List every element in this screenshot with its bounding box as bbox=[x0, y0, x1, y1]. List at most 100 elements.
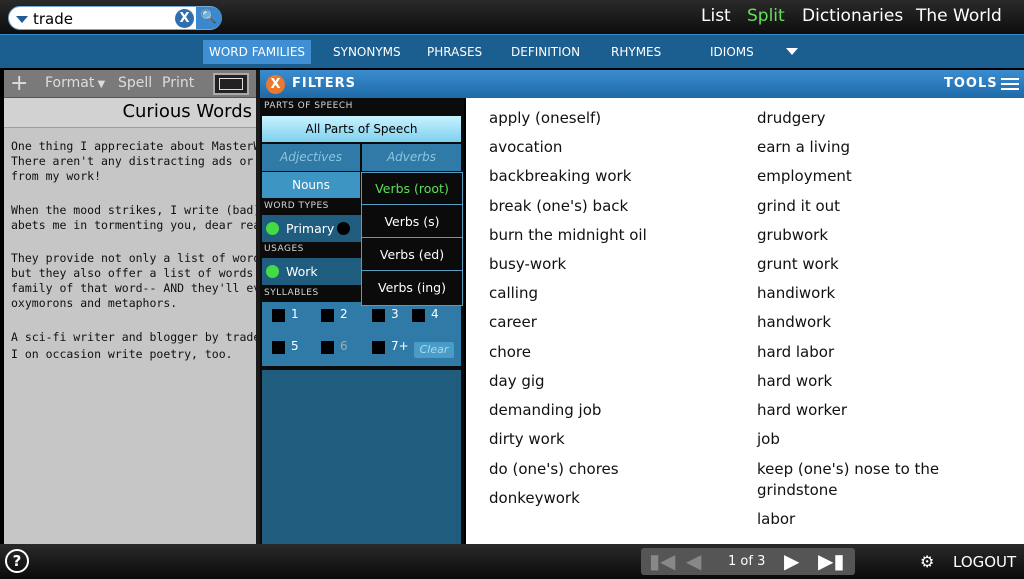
more-tabs-chevron-down-icon[interactable] bbox=[786, 48, 798, 55]
result-word[interactable]: backbreaking work bbox=[489, 166, 631, 187]
nav-split[interactable]: Split bbox=[747, 6, 785, 26]
tab-definition[interactable]: DEFINITION bbox=[505, 40, 586, 64]
result-word[interactable]: grunt work bbox=[757, 254, 839, 275]
result-word[interactable]: grind it out bbox=[757, 196, 840, 217]
result-word[interactable]: do (one's) chores bbox=[489, 459, 619, 480]
tab-idioms[interactable]: IDIOMS bbox=[704, 40, 760, 64]
syllable-4-checkbox[interactable] bbox=[412, 309, 425, 322]
fullscreen-icon[interactable] bbox=[213, 73, 249, 95]
next-page-icon[interactable]: ▶ bbox=[784, 549, 799, 573]
result-word[interactable]: donkeywork bbox=[489, 488, 580, 509]
tab-word-families[interactable]: WORD FAMILIES bbox=[203, 40, 312, 64]
syllable-2-label: 2 bbox=[340, 307, 348, 321]
adjectives-button[interactable]: Adjectives bbox=[262, 144, 360, 171]
result-word[interactable]: busy-work bbox=[489, 254, 566, 275]
work-radio[interactable] bbox=[266, 265, 279, 278]
first-page-icon[interactable]: ▮◀ bbox=[649, 549, 675, 573]
result-word[interactable]: job bbox=[757, 429, 780, 450]
word-types-label: WORD TYPES bbox=[264, 201, 329, 211]
result-word[interactable]: dirty work bbox=[489, 429, 565, 450]
result-word[interactable]: hard labor bbox=[757, 342, 834, 363]
add-icon[interactable]: + bbox=[10, 71, 28, 96]
tools-label[interactable]: TOOLS bbox=[944, 76, 998, 91]
adverbs-button[interactable]: Adverbs bbox=[362, 144, 461, 171]
parts-of-speech-label: PARTS OF SPEECH bbox=[264, 101, 353, 111]
syllable-2-checkbox[interactable] bbox=[321, 309, 334, 322]
result-word[interactable]: day gig bbox=[489, 371, 545, 392]
editor-line: family of that word-- AND they'll even h… bbox=[11, 281, 256, 295]
result-word[interactable]: hard worker bbox=[757, 400, 847, 421]
tab-phrases[interactable]: PHRASES bbox=[421, 40, 488, 64]
format-menu[interactable]: Format ▼ bbox=[45, 75, 105, 91]
editor-line: One thing I appreciate about MasterWrit bbox=[11, 139, 256, 153]
filter-panel-empty-area bbox=[262, 370, 461, 544]
result-word[interactable]: demanding job bbox=[489, 400, 601, 421]
tab-rhymes[interactable]: RHYMES bbox=[605, 40, 667, 64]
editor-area[interactable]: Curious Words One thing I appreciate abo… bbox=[4, 98, 256, 544]
logout-button[interactable]: LOGOUT bbox=[953, 553, 1016, 571]
all-parts-of-speech-button[interactable]: All Parts of Speech bbox=[262, 116, 461, 142]
search-icon[interactable]: 🔍 bbox=[196, 7, 222, 29]
bottom-bar bbox=[0, 544, 1024, 579]
result-word[interactable]: drudgery bbox=[757, 108, 826, 129]
menu-icon[interactable] bbox=[1001, 83, 1019, 85]
result-word[interactable]: break (one's) back bbox=[489, 196, 628, 217]
close-filters-icon[interactable]: X bbox=[266, 75, 285, 94]
result-word[interactable]: grubwork bbox=[757, 225, 828, 246]
syllable-7plus-checkbox[interactable] bbox=[372, 341, 385, 354]
print-button[interactable]: Print bbox=[162, 75, 194, 91]
result-word[interactable]: grindstone bbox=[757, 480, 838, 501]
help-icon[interactable]: ? bbox=[5, 549, 29, 573]
format-dropdown-icon: ▼ bbox=[94, 79, 106, 90]
verbs-ed-option[interactable]: Verbs (ed) bbox=[362, 239, 462, 271]
result-word[interactable]: labor bbox=[757, 509, 795, 530]
result-word[interactable]: chore bbox=[489, 342, 531, 363]
tab-synonyms[interactable]: SYNONYMS bbox=[327, 40, 407, 64]
result-word[interactable]: hard work bbox=[757, 371, 832, 392]
clear-search-icon[interactable]: X bbox=[175, 9, 194, 28]
filters-label: FILTERS bbox=[292, 76, 356, 91]
editor-line: When the mood strikes, I write (bad) po bbox=[11, 203, 256, 217]
syllable-4-label: 4 bbox=[431, 307, 439, 321]
syllable-1-checkbox[interactable] bbox=[272, 309, 285, 322]
result-word[interactable]: avocation bbox=[489, 137, 562, 158]
nouns-button[interactable]: Nouns bbox=[262, 172, 360, 198]
previous-page-icon[interactable]: ◀ bbox=[686, 549, 701, 573]
result-word[interactable]: handiwork bbox=[757, 283, 835, 304]
result-word[interactable]: handwork bbox=[757, 312, 831, 333]
search-dropdown-icon[interactable] bbox=[16, 16, 28, 23]
verbs-s-option[interactable]: Verbs (s) bbox=[362, 206, 462, 238]
editor-line: but they also offer a list of words and … bbox=[11, 266, 256, 280]
result-word[interactable]: burn the midnight oil bbox=[489, 225, 647, 246]
nav-list[interactable]: List bbox=[701, 6, 731, 26]
syllable-6-checkbox[interactable] bbox=[321, 341, 334, 354]
gear-icon[interactable]: ⚙ bbox=[920, 552, 934, 571]
syllable-5-checkbox[interactable] bbox=[272, 341, 285, 354]
secondary-radio[interactable] bbox=[337, 222, 350, 235]
last-page-icon[interactable]: ▶▮ bbox=[818, 549, 844, 573]
result-word[interactable]: calling bbox=[489, 283, 538, 304]
nav-the-world[interactable]: The World bbox=[916, 6, 1002, 26]
result-word[interactable]: career bbox=[489, 312, 537, 333]
result-word[interactable]: employment bbox=[757, 166, 852, 187]
verbs-ing-option[interactable]: Verbs (ing) bbox=[362, 272, 462, 304]
editor-line: from my work! bbox=[11, 169, 102, 183]
spell-button[interactable]: Spell bbox=[118, 75, 152, 91]
menu-icon[interactable] bbox=[1001, 88, 1019, 90]
syllable-7plus-label: 7+ bbox=[391, 339, 409, 353]
verbs-root-option[interactable]: Verbs (root) bbox=[362, 173, 462, 205]
menu-icon[interactable] bbox=[1001, 78, 1019, 80]
syllable-3-checkbox[interactable] bbox=[372, 309, 385, 322]
result-word[interactable]: earn a living bbox=[757, 137, 850, 158]
primary-radio[interactable] bbox=[266, 222, 279, 235]
document-title[interactable]: Curious Words bbox=[122, 101, 252, 122]
syllable-1-label: 1 bbox=[291, 307, 299, 321]
result-word[interactable]: keep (one's) nose to the bbox=[757, 459, 939, 480]
result-word[interactable]: apply (oneself) bbox=[489, 108, 601, 129]
nav-dictionaries[interactable]: Dictionaries bbox=[802, 6, 903, 26]
search-input[interactable]: trade bbox=[33, 10, 73, 28]
clear-syllables-button[interactable]: Clear bbox=[414, 342, 454, 358]
editor-line: They provide not only a list of words th… bbox=[11, 251, 256, 265]
search-box[interactable]: trade X 🔍 bbox=[8, 6, 222, 30]
syllable-6-label: 6 bbox=[340, 339, 348, 353]
